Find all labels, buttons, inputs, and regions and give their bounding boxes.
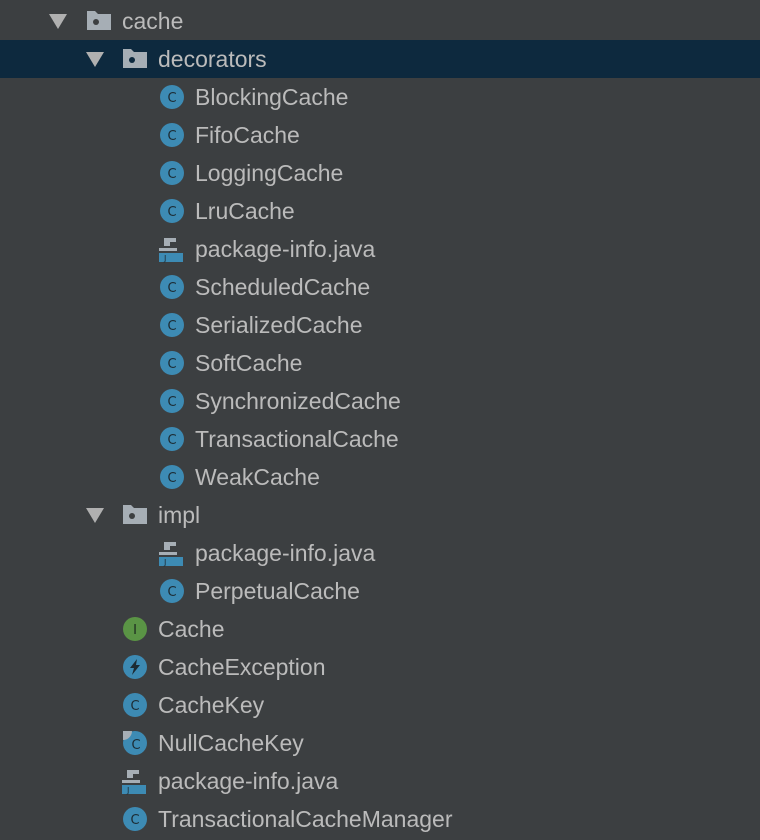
- interface-icon: I: [123, 617, 147, 641]
- class-icon: C: [160, 275, 184, 299]
- project-tree: cache decorators C BlockingCache C FifoC…: [0, 0, 760, 840]
- class-icon: C: [160, 351, 184, 375]
- tree-node-label: TransactionalCacheManager: [158, 806, 453, 832]
- svg-text:C: C: [167, 281, 176, 296]
- tree-node-cache[interactable]: cache: [0, 2, 760, 40]
- svg-text:C: C: [167, 471, 176, 486]
- tree-node-label: SynchronizedCache: [195, 388, 401, 414]
- svg-text:C: C: [167, 433, 176, 448]
- tree-node-label: SoftCache: [195, 350, 303, 376]
- svg-text:C: C: [167, 167, 176, 182]
- tree-node-label: package-info.java: [158, 768, 339, 794]
- tree-node-java-file[interactable]: J package-info.java: [0, 762, 760, 800]
- tree-node-label: cache: [122, 8, 184, 34]
- expand-arrow-icon[interactable]: [86, 52, 104, 67]
- svg-text:C: C: [167, 585, 176, 600]
- tree-node-decorators[interactable]: decorators: [0, 40, 760, 78]
- svg-text:C: C: [167, 357, 176, 372]
- exception-icon: [123, 655, 147, 679]
- java-file-icon: J: [158, 541, 183, 567]
- tree-node-label: FifoCache: [195, 122, 300, 148]
- expand-arrow-icon[interactable]: [86, 508, 104, 523]
- tree-node-label: SerializedCache: [195, 312, 363, 338]
- tree-node-label: CacheKey: [158, 692, 265, 718]
- class-icon: C: [123, 807, 147, 831]
- svg-text:J: J: [163, 558, 166, 567]
- tree-node-class[interactable]: C SerializedCache: [0, 306, 760, 344]
- tree-node-label: package-info.java: [195, 236, 376, 262]
- class-icon: C: [160, 123, 184, 147]
- class-icon: C: [160, 427, 184, 451]
- tree-node-label: decorators: [158, 46, 267, 72]
- expand-arrow-icon[interactable]: [49, 14, 67, 29]
- tree-node-class[interactable]: C BlockingCache: [0, 78, 760, 116]
- tree-node-class[interactable]: C FifoCache: [0, 116, 760, 154]
- folder-icon: [122, 47, 147, 71]
- svg-text:C: C: [167, 91, 176, 106]
- tree-node-label: TransactionalCache: [195, 426, 399, 452]
- tree-node-class[interactable]: C ScheduledCache: [0, 268, 760, 306]
- tree-node-class[interactable]: C CacheKey: [0, 686, 760, 724]
- class-inner-icon: C: [123, 731, 147, 755]
- tree-node-label: BlockingCache: [195, 84, 349, 110]
- svg-text:C: C: [167, 129, 176, 144]
- svg-text:C: C: [130, 813, 139, 828]
- folder-icon: [122, 503, 147, 527]
- tree-node-java-file[interactable]: J package-info.java: [0, 534, 760, 572]
- java-file-icon: J: [121, 769, 146, 795]
- tree-node-class[interactable]: C WeakCache: [0, 458, 760, 496]
- tree-node-label: NullCacheKey: [158, 730, 304, 756]
- tree-node-class[interactable]: C SynchronizedCache: [0, 382, 760, 420]
- tree-node-label: LoggingCache: [195, 160, 344, 186]
- tree-node-class[interactable]: C TransactionalCacheManager: [0, 800, 760, 838]
- class-icon: C: [160, 313, 184, 337]
- svg-text:J: J: [126, 786, 129, 795]
- tree-node-class[interactable]: C NullCacheKey: [0, 724, 760, 762]
- tree-node-java-file[interactable]: J package-info.java: [0, 230, 760, 268]
- tree-node-label: impl: [158, 502, 201, 528]
- svg-text:I: I: [133, 623, 137, 638]
- tree-node-class[interactable]: C LruCache: [0, 192, 760, 230]
- class-icon: C: [160, 199, 184, 223]
- tree-node-class[interactable]: C LoggingCache: [0, 154, 760, 192]
- tree-node-label: Cache: [158, 616, 225, 642]
- tree-node-label: package-info.java: [195, 540, 376, 566]
- class-icon: C: [160, 465, 184, 489]
- svg-text:C: C: [167, 205, 176, 220]
- svg-text:C: C: [167, 319, 176, 334]
- svg-text:C: C: [167, 395, 176, 410]
- tree-node-class[interactable]: C SoftCache: [0, 344, 760, 382]
- svg-text:J: J: [163, 254, 166, 263]
- svg-text:C: C: [131, 738, 140, 753]
- folder-icon: [86, 9, 111, 33]
- class-icon: C: [160, 161, 184, 185]
- tree-node-label: PerpetualCache: [195, 578, 360, 604]
- class-icon: C: [160, 579, 184, 603]
- svg-text:C: C: [130, 699, 139, 714]
- tree-node-impl[interactable]: impl: [0, 496, 760, 534]
- tree-node-class[interactable]: C TransactionalCache: [0, 420, 760, 458]
- tree-node-label: ScheduledCache: [195, 274, 371, 300]
- java-file-icon: J: [158, 237, 183, 263]
- tree-node-label: WeakCache: [195, 464, 320, 490]
- tree-node-label: CacheException: [158, 654, 326, 680]
- class-icon: C: [123, 693, 147, 717]
- tree-node-exception[interactable]: CacheException: [0, 648, 760, 686]
- tree-node-label: LruCache: [195, 198, 295, 224]
- class-icon: C: [160, 85, 184, 109]
- tree-node-interface[interactable]: I Cache: [0, 610, 760, 648]
- class-icon: C: [160, 389, 184, 413]
- tree-node-class[interactable]: C PerpetualCache: [0, 572, 760, 610]
